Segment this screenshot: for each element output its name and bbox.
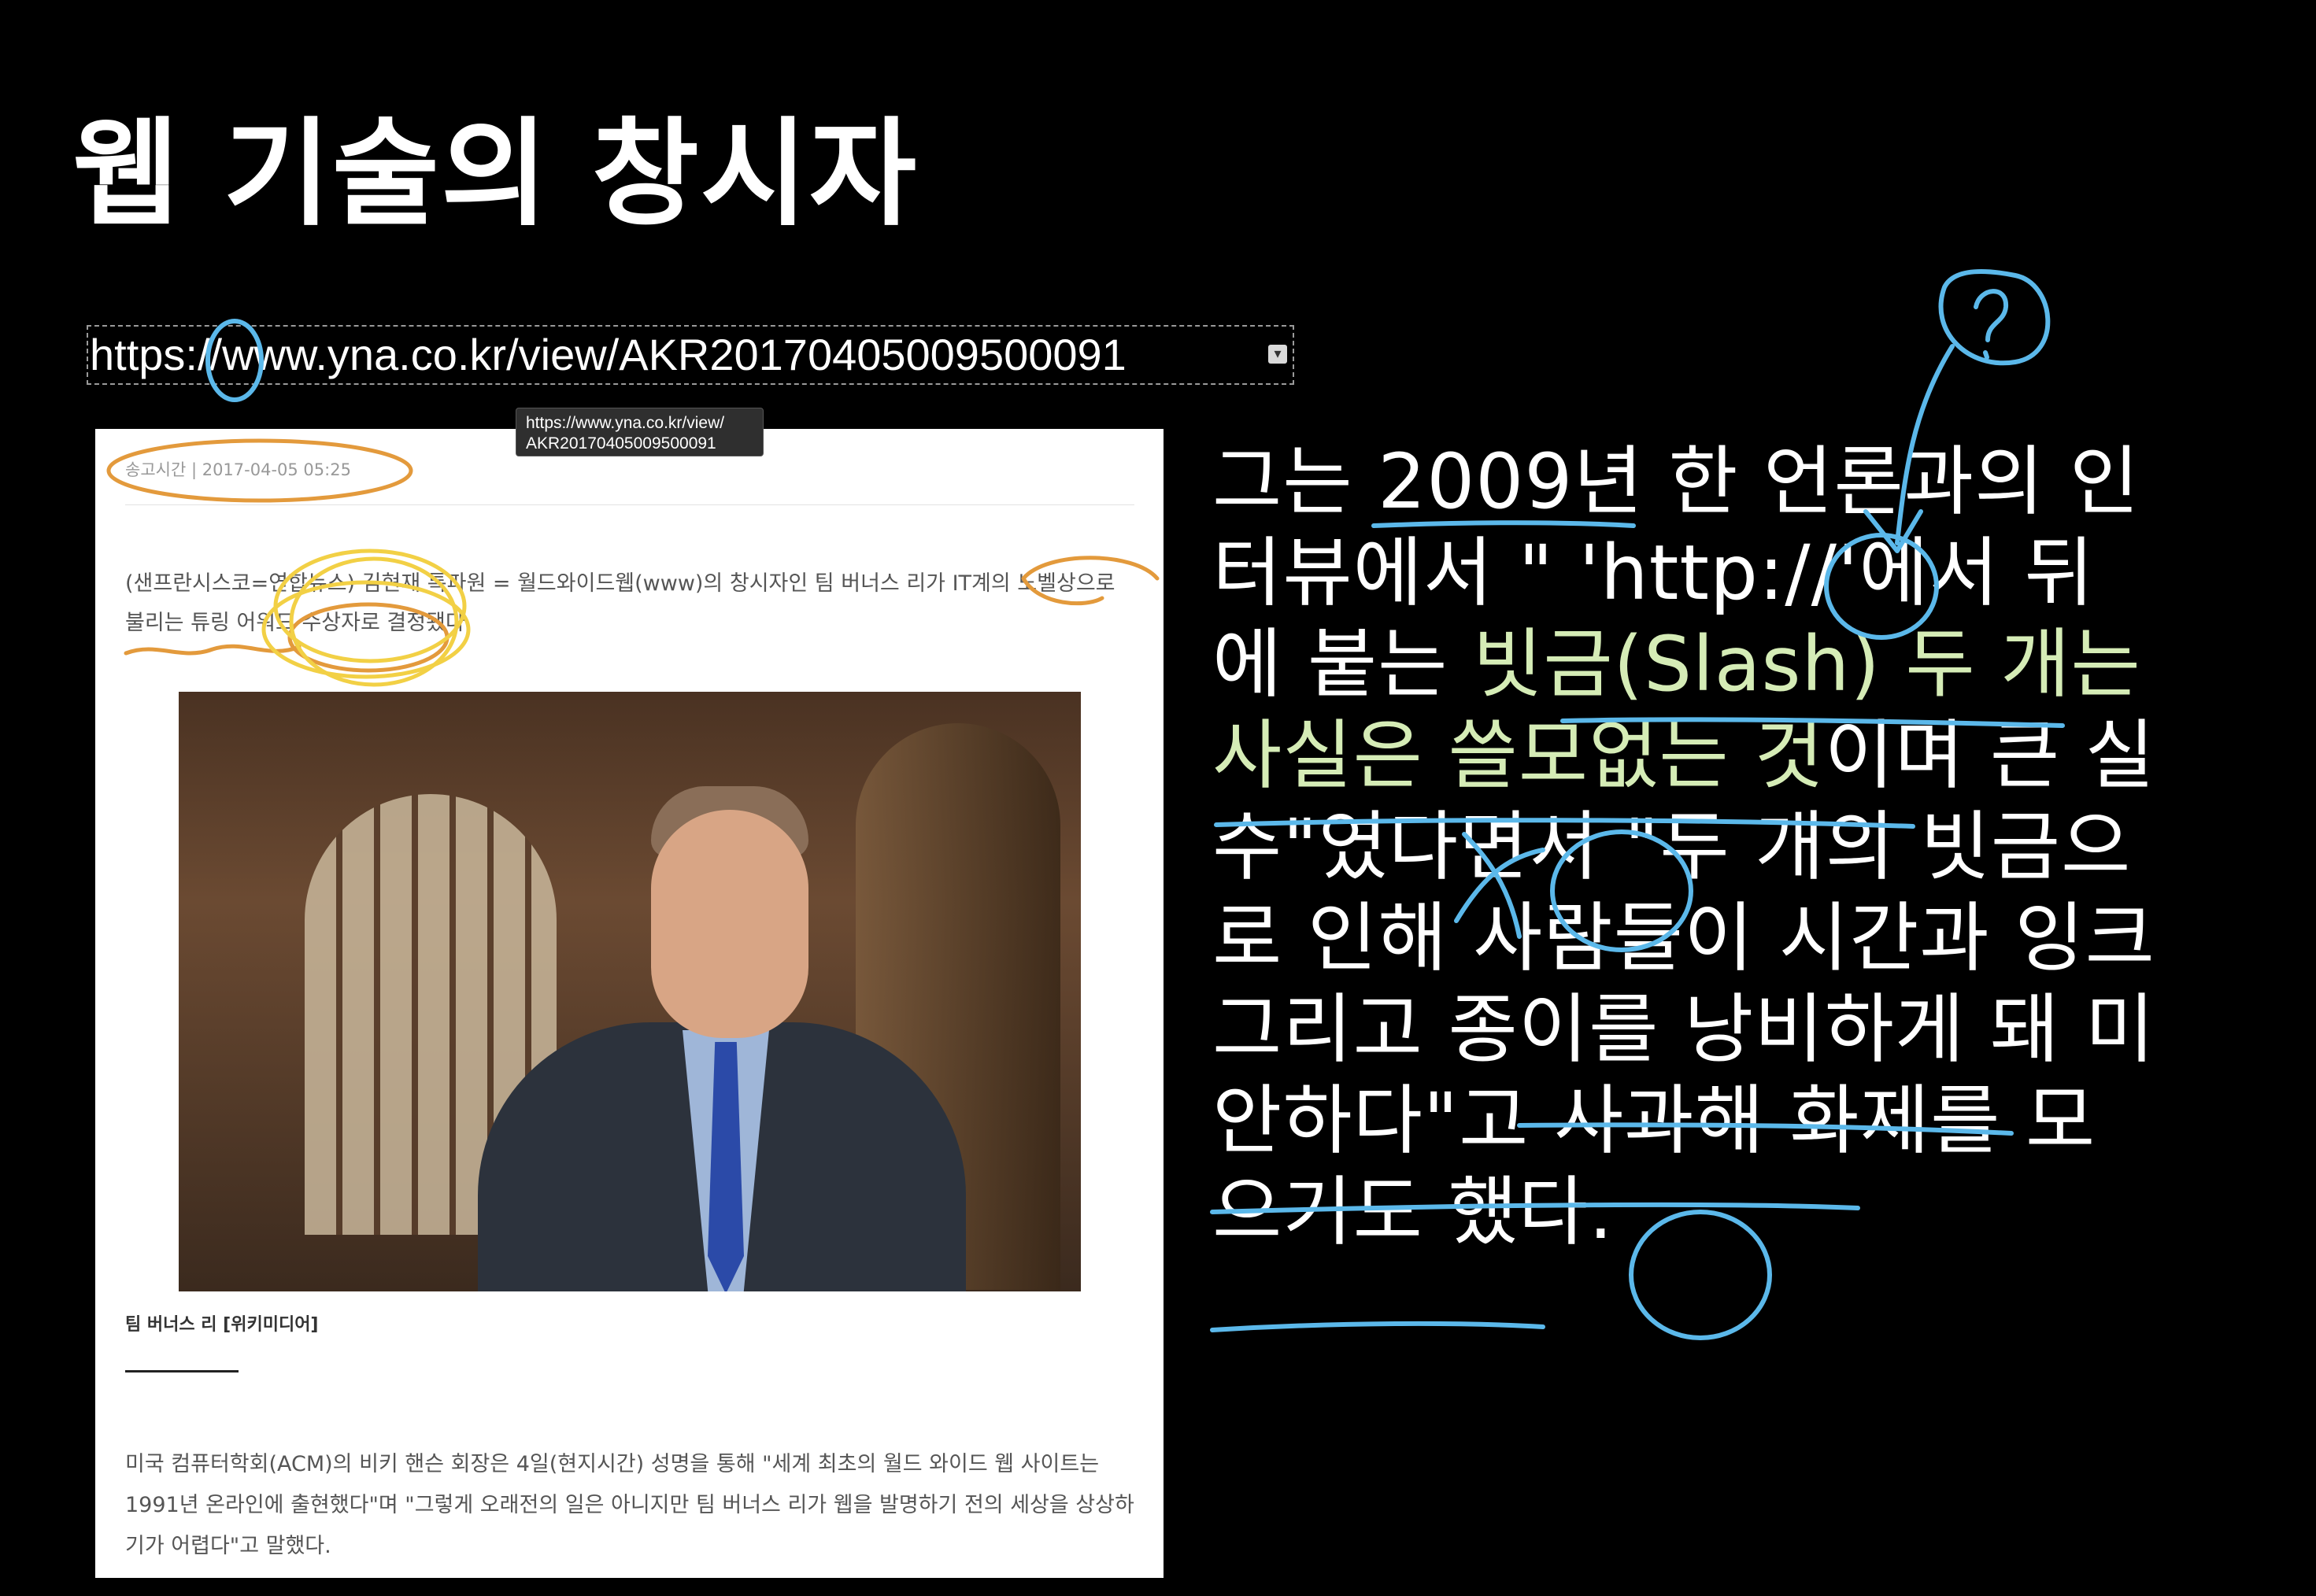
photo-face (651, 810, 808, 1038)
slide-title: 웹 기술의 창시자 (72, 106, 919, 242)
question-mark (1974, 289, 2009, 360)
article-body: 미국 컴퓨터학회(ACM)의 비키 핸슨 회장은 4일(현지시간) 성명을 통해… (125, 1452, 1134, 1558)
url-tooltip: https://www.yna.co.kr/view/ AKR201704050… (516, 408, 764, 456)
divider (125, 504, 1134, 505)
tooltip-line: AKR20170405009500091 (526, 434, 716, 453)
underline-sorry (1210, 1321, 1545, 1332)
portrait-photo (179, 692, 1081, 1291)
slide: 웹 기술의 창시자 https://www.yna.co.kr/view/AKR… (0, 0, 2316, 1596)
photo-caption: 팀 버너스 리 [위키미디어] (125, 1315, 319, 1335)
quote-text: 그는 2009년 한 언론과의 인터뷰에서 " 'http://'에서 뒤에 붙… (1212, 436, 2157, 1258)
question-bubble (1938, 269, 2051, 366)
caption-rule (125, 1370, 239, 1372)
chevron-down-icon[interactable]: ▾ (1268, 345, 1287, 364)
article-screenshot: 송고시간 | 2017-04-05 05:25 (샌프란시스코=연합뉴스) 김현… (95, 429, 1164, 1578)
tooltip-line: https://www.yna.co.kr/view/ (526, 414, 725, 432)
url-link[interactable]: https://www.yna.co.kr/view/AKR2017040500… (90, 327, 1127, 382)
article-timestamp: 송고시간 | 2017-04-05 05:25 (125, 460, 351, 479)
article-lead: (샌프란시스코=연합뉴스) 김현재 특파원 = 월드와이드웹(www)의 창시자… (125, 571, 1115, 635)
